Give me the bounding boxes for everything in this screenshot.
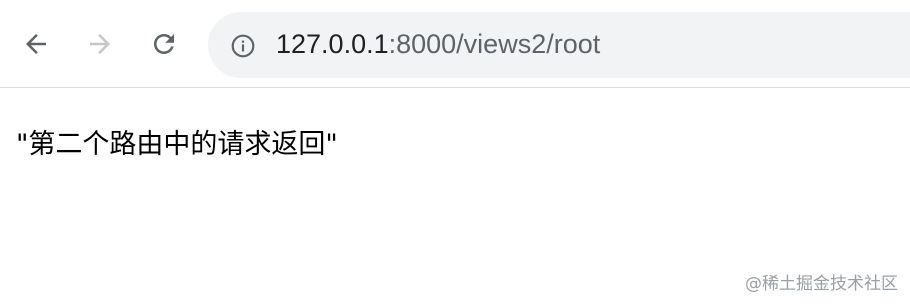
back-button[interactable]: [14, 22, 58, 66]
url-path: :8000/views2/root: [388, 29, 601, 59]
response-body-text: "第二个路由中的请求返回": [16, 129, 338, 160]
arrow-right-icon: [90, 34, 110, 54]
reload-button[interactable]: [142, 22, 186, 66]
watermark: @稀土掘金技术社区: [745, 274, 898, 294]
forward-button[interactable]: [78, 22, 122, 66]
browser-toolbar: 127.0.0.1:8000/views2/root: [0, 0, 910, 88]
reload-icon: [154, 34, 174, 54]
info-circle-icon[interactable]: [230, 33, 256, 59]
arrow-left-icon: [26, 34, 46, 54]
url-host: 127.0.0.1: [276, 29, 389, 59]
url-text[interactable]: 127.0.0.1:8000/views2/root: [276, 27, 600, 61]
address-bar[interactable]: 127.0.0.1:8000/views2/root: [208, 12, 910, 78]
page-content: "第二个路由中的请求返回" @稀土掘金技术社区: [0, 89, 910, 304]
